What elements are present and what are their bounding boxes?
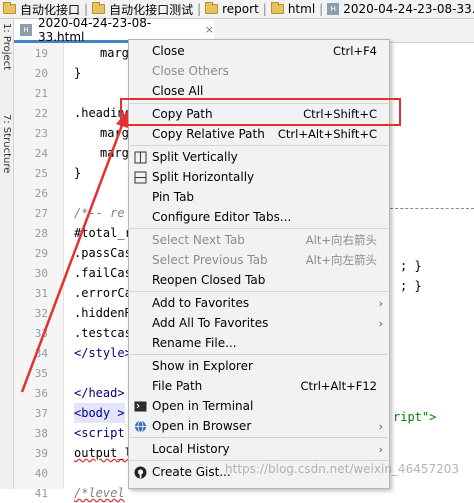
watermark: https://blog.csdn.net/weixin_46457203 [225, 462, 460, 476]
annotation-arrow-icon [20, 110, 128, 393]
